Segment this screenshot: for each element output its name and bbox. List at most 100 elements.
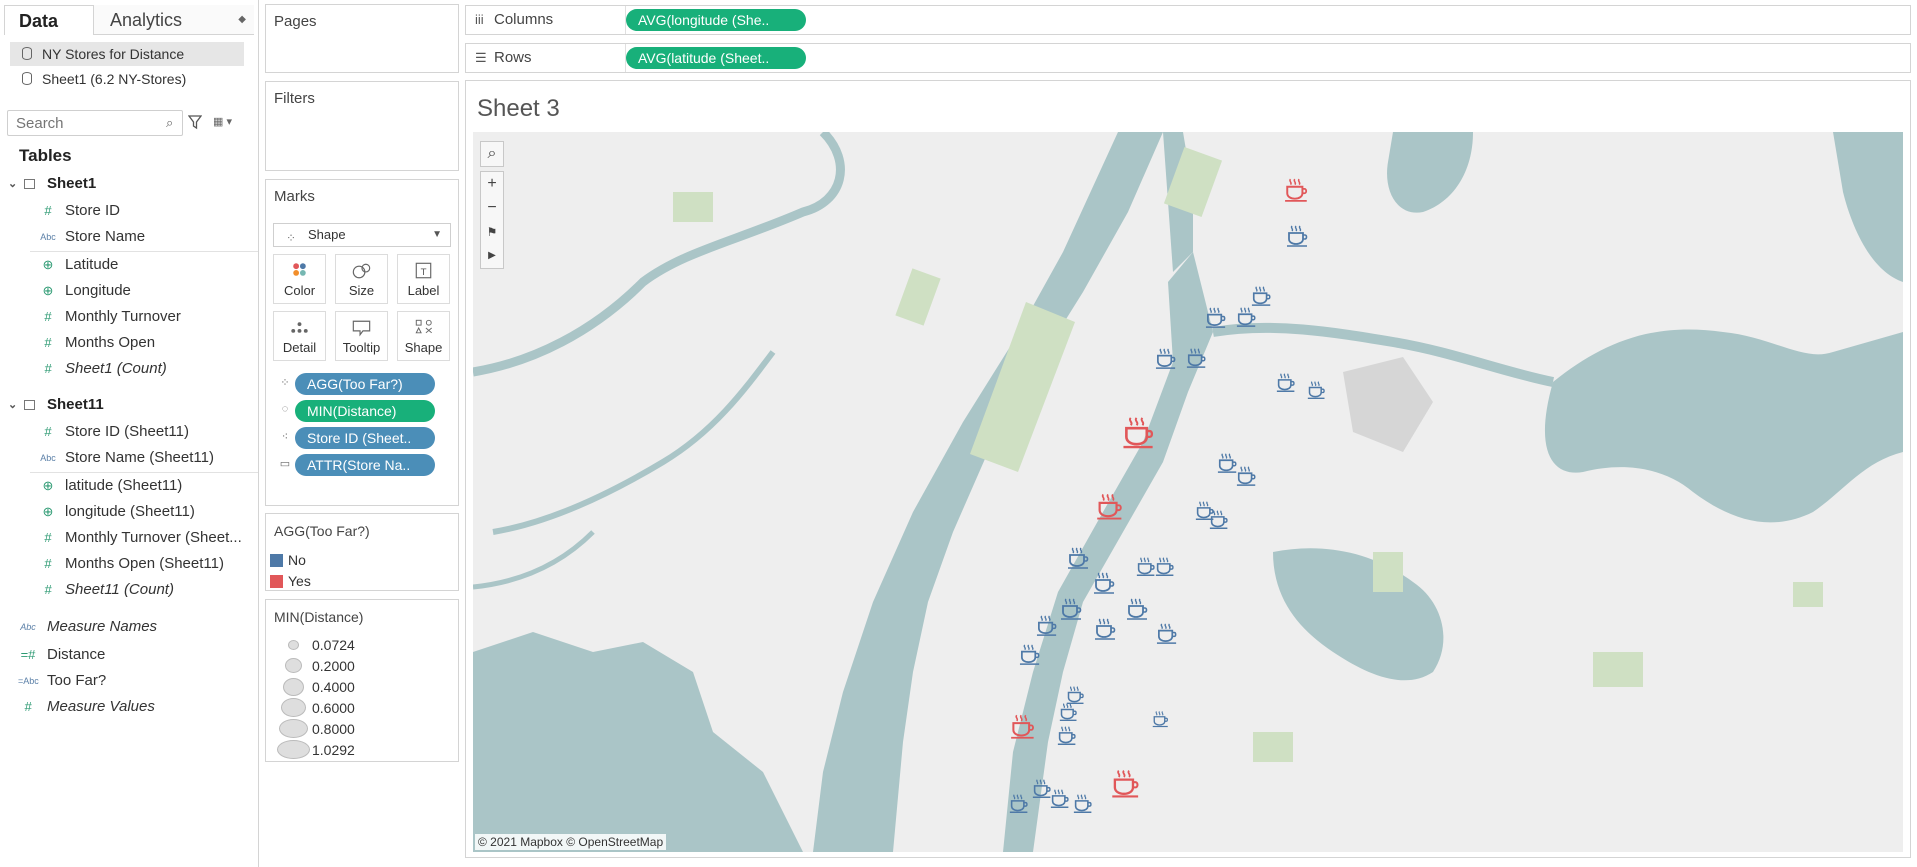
store-mark[interactable] [1009,793,1030,814]
size-pill[interactable]: MIN(Distance) [295,400,435,422]
table-sheet1[interactable]: ⌄ Sheet1 [0,173,258,195]
field-item[interactable]: # Months Open (Sheet11) [0,553,258,575]
tab-data[interactable]: Data [4,5,94,35]
rows-shelf[interactable]: ☰ Rows AVG(latitude (Sheet.. [465,43,1911,73]
field-item[interactable]: # Monthly Turnover (Sheet... [0,527,258,549]
pin-map-icon[interactable]: ⚑ [481,220,503,244]
field-item[interactable]: ⊕ Longitude [0,280,258,302]
store-mark[interactable] [1050,788,1071,809]
store-mark[interactable] [1236,306,1258,328]
mark-type-select[interactable]: ⁘ Shape ▼ [273,223,451,247]
field-item[interactable]: # Monthly Turnover [0,306,258,328]
collapse-icon[interactable]: ⌄ [8,173,17,195]
store-mark-too-far[interactable] [1111,768,1142,799]
zoom-out-button[interactable]: − [481,196,503,220]
map-search-control[interactable]: ⌕ [480,141,504,167]
legend-item[interactable]: No [270,551,306,569]
size-legend-item[interactable]: 0.6000 [272,698,452,718]
store-mark[interactable] [1156,622,1179,645]
field-item[interactable]: Abc Store Name (Sheet11) [0,447,258,469]
store-mark[interactable] [1155,556,1176,577]
store-mark-too-far[interactable] [1122,415,1157,450]
field-item[interactable]: # Sheet1 (Count) [0,358,258,380]
search-icon[interactable]: ⌕ [166,115,173,131]
size-button[interactable]: Size [335,254,388,304]
field-item[interactable]: Abc Store Name [0,226,258,248]
store-mark[interactable] [1251,285,1273,307]
tab-menu-icon[interactable]: ◆ [238,5,246,35]
store-mark-too-far[interactable] [1284,177,1310,203]
color-button[interactable]: Color [273,254,326,304]
store-mark[interactable] [1073,793,1094,814]
store-mark[interactable] [1186,347,1208,369]
view-toggle-icon[interactable]: ▦ ▾ [213,115,232,128]
field-item[interactable]: # Sheet11 (Count) [0,579,258,601]
sheet-title[interactable]: Sheet 3 [477,95,560,123]
size-legend-item[interactable]: 1.0292 [272,740,452,760]
store-mark[interactable] [1276,372,1297,393]
field-label: Measure Names [47,618,158,635]
store-mark[interactable] [1307,380,1327,400]
size-legend-item[interactable]: 0.4000 [272,677,452,697]
size-legend-item[interactable]: 0.8000 [272,719,452,739]
store-mark[interactable] [1236,465,1258,487]
store-mark-too-far[interactable] [1010,713,1037,740]
table-sheet11[interactable]: ⌄ Sheet11 [0,394,258,416]
zoom-in-button[interactable]: + [481,172,503,196]
color-legend[interactable]: AGG(Too Far?) No Yes [265,513,459,591]
shape-button[interactable]: Shape [397,311,450,361]
color-pill[interactable]: AGG(Too Far?) [295,373,435,395]
field-item[interactable]: # Store ID (Sheet11) [0,421,258,443]
worksheet-view: Sheet 3 ⌕ + − ⚑ ▶ © 2021 Mapbox © OpenSt… [465,80,1911,858]
store-mark[interactable] [1093,571,1117,595]
columns-shelf[interactable]: iii Columns AVG(longitude (She.. [465,5,1911,35]
rows-pill[interactable]: AVG(latitude (Sheet.. [626,47,806,69]
legend-item[interactable]: Yes [270,572,311,590]
field-item[interactable]: =Abc Too Far? [0,670,258,692]
pages-card[interactable]: Pages [265,4,459,73]
collapse-icon[interactable]: ⌄ [8,394,17,416]
tab-analytics-label: Analytics [110,10,183,30]
map-search-icon[interactable]: ⌕ [481,142,503,166]
store-mark[interactable] [1152,710,1170,728]
field-item[interactable]: ⊕ longitude (Sheet11) [0,501,258,523]
tooltip-pill[interactable]: ATTR(Store Na.. [295,454,435,476]
tab-analytics[interactable]: Analytics ◆ [94,5,254,35]
filter-icon[interactable] [188,114,202,130]
field-label: latitude (Sheet11) [65,477,183,494]
store-mark[interactable] [1094,617,1118,641]
map-view[interactable]: ⌕ + − ⚑ ▶ © 2021 Mapbox © OpenStreetMap [473,132,1903,852]
field-item[interactable]: # Months Open [0,332,258,354]
store-mark[interactable] [1060,597,1084,621]
size-legend-item[interactable]: 0.2000 [272,656,452,676]
field-item[interactable]: Abc Measure Names [0,616,258,638]
datasource-item[interactable]: NY Stores for Distance [10,42,244,66]
field-search-input[interactable] [7,110,183,136]
store-mark[interactable] [1209,509,1230,530]
field-item[interactable]: # Measure Values [0,696,258,718]
expand-toolbar-icon[interactable]: ▶ [481,244,503,268]
store-mark[interactable] [1019,643,1042,666]
store-mark[interactable] [1067,546,1091,570]
field-item[interactable]: ⊕ Latitude [0,254,258,276]
store-mark[interactable] [1205,306,1228,329]
datasource-item[interactable]: Sheet1 (6.2 NY-Stores) [10,67,244,91]
store-mark-too-far[interactable] [1096,492,1125,521]
field-item[interactable]: =# Distance [0,644,258,666]
detail-button[interactable]: Detail [273,311,326,361]
detail-pill[interactable]: Store ID (Sheet.. [295,427,435,449]
field-item[interactable]: ⊕ latitude (Sheet11) [0,475,258,497]
field-item[interactable]: # Store ID [0,200,258,222]
store-mark[interactable] [1155,347,1178,370]
size-legend-item[interactable]: 0.0724 [272,635,452,655]
store-mark[interactable] [1059,702,1079,722]
store-mark[interactable] [1286,224,1310,248]
tooltip-button[interactable]: Tooltip [335,311,388,361]
store-mark[interactable] [1126,597,1150,621]
size-legend[interactable]: MIN(Distance) 0.0724 0.2000 0.4000 0.600… [265,599,459,762]
label-button[interactable]: T Label [397,254,450,304]
columns-pill[interactable]: AVG(longitude (She.. [626,9,806,31]
store-mark[interactable] [1036,614,1059,637]
store-mark[interactable] [1057,725,1078,746]
filters-card[interactable]: Filters [265,81,459,171]
